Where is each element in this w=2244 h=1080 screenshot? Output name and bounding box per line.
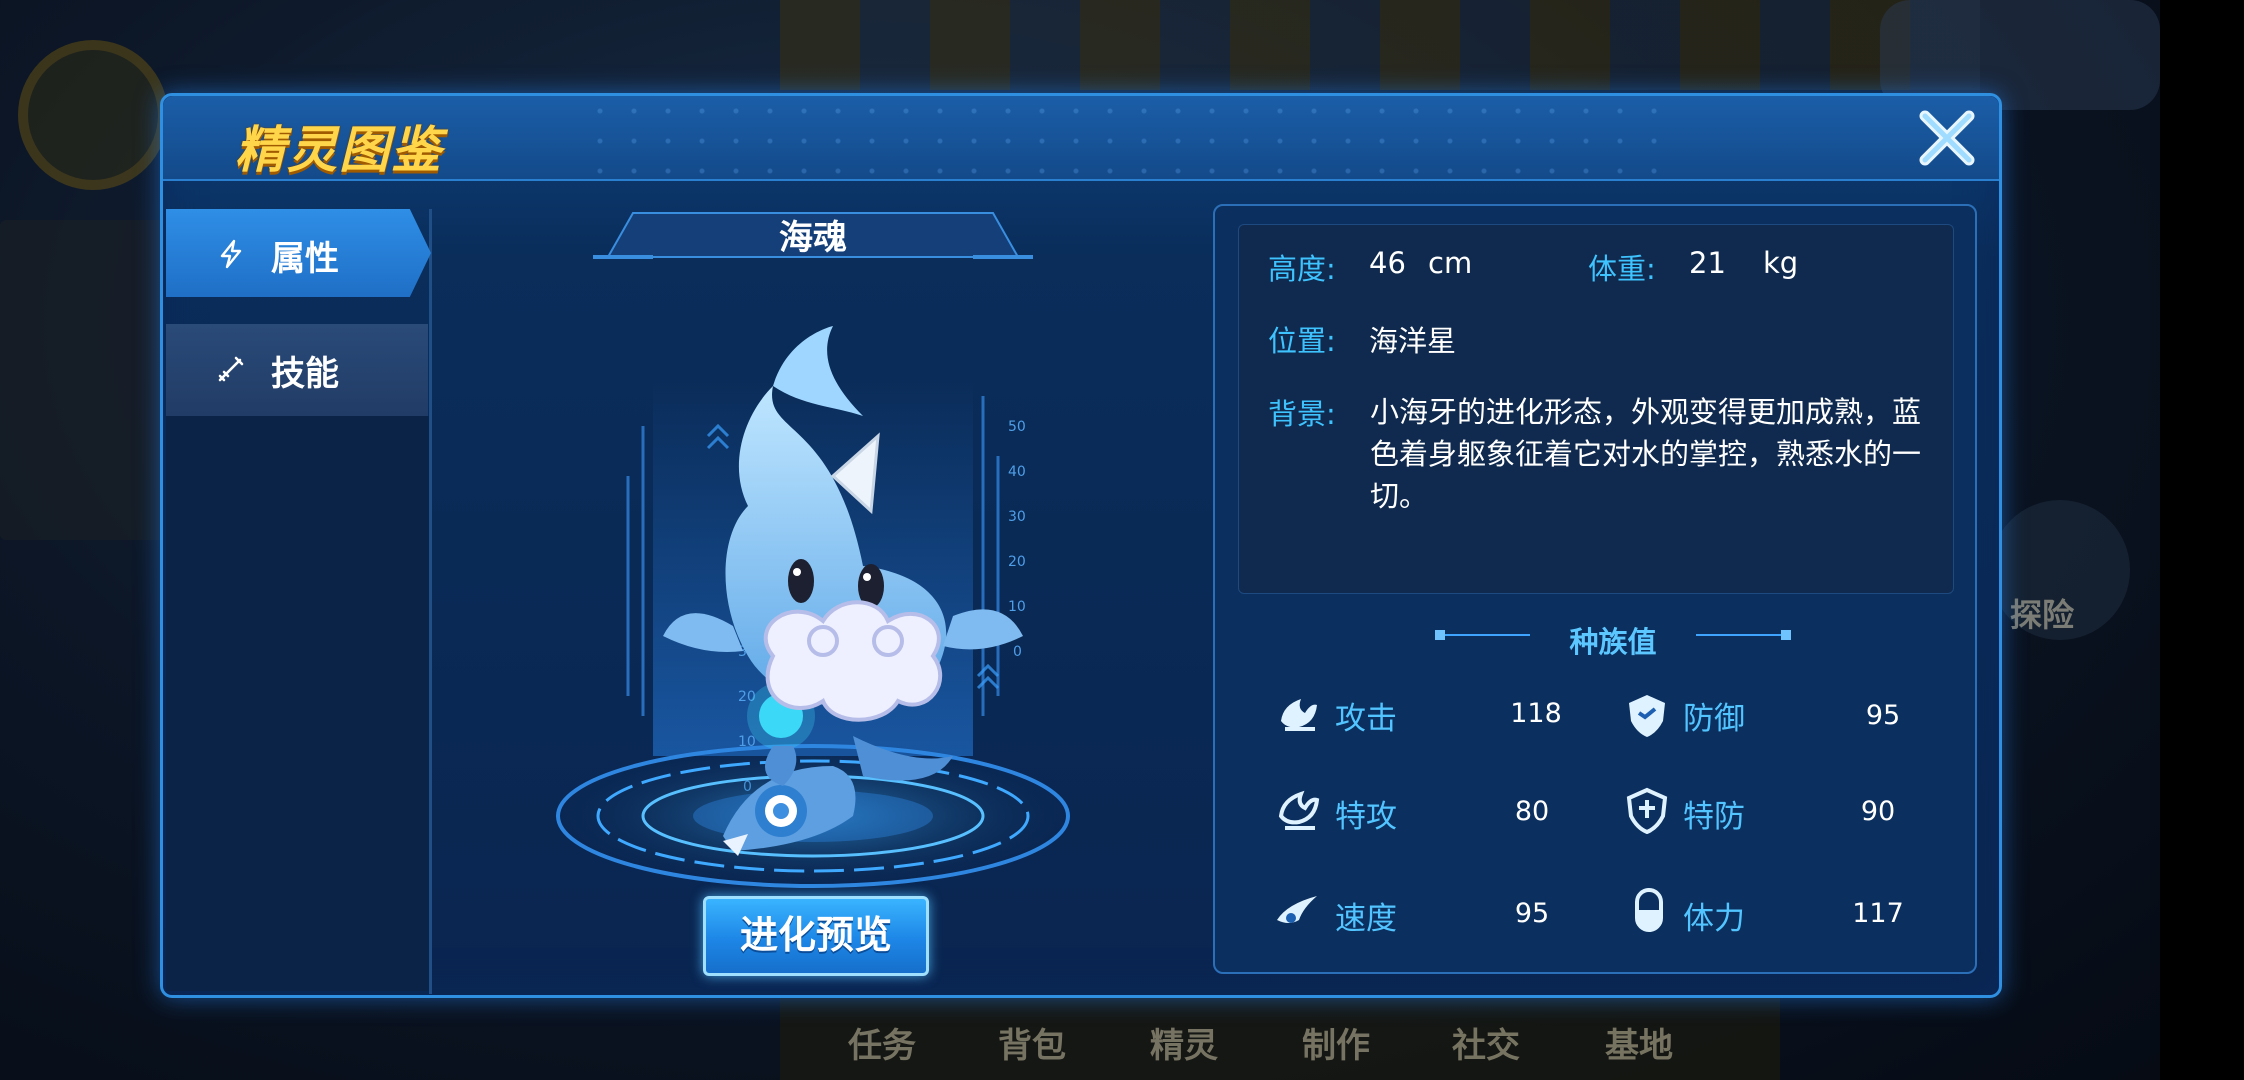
- tab-attributes-label: 属性: [271, 239, 339, 279]
- speed-label: 速度: [1335, 901, 1397, 937]
- background-nav-label: 任务: [848, 1026, 916, 1066]
- lightning-icon: [220, 239, 242, 269]
- background-description: 小海牙的进化形态，外观变得更加成熟，蓝色着身躯象征着它对水的掌控，熟悉水的一切。: [1370, 395, 1922, 513]
- background-nav-label: 精灵: [1150, 1026, 1218, 1066]
- race-title-line: [1445, 634, 1530, 636]
- skill-sword-icon: [218, 356, 244, 382]
- race-title-line: [1696, 634, 1781, 636]
- weight-unit: kg: [1763, 246, 1799, 280]
- special-defense-icon: [1626, 787, 1668, 834]
- dialog-header: 精灵图鉴: [163, 96, 1999, 181]
- speed-icon: [1277, 896, 1317, 923]
- system-nav-gutter: [2160, 0, 2244, 1080]
- scale-tick: 30: [1008, 509, 1026, 525]
- background-adventure-label: 探险: [2010, 596, 2075, 634]
- header-hex-pattern: [583, 96, 1683, 179]
- evolution-preview-label: 进化预览: [739, 913, 892, 957]
- special-defense-value: 90: [1860, 796, 1896, 827]
- weight-value: 21: [1689, 246, 1726, 280]
- background-top-bar: [780, 0, 1980, 90]
- scale-tick: 50: [1008, 419, 1026, 435]
- scale-tick: 10: [1008, 599, 1026, 615]
- background-nav-label: 社交: [1452, 1026, 1520, 1066]
- special-attack-value: 80: [1514, 796, 1550, 827]
- stamina-icon: [1635, 888, 1663, 932]
- scale-tick: 20: [1008, 554, 1026, 570]
- scale-tick: 0: [1013, 644, 1022, 660]
- pet-name: 海魂: [779, 218, 847, 258]
- background-nav-label: 基地: [1605, 1026, 1673, 1066]
- background-nav-label: 制作: [1302, 1026, 1370, 1066]
- background-quest-panel: [0, 220, 170, 540]
- special-attack-label: 特攻: [1335, 799, 1397, 835]
- defense-icon: [1629, 695, 1665, 737]
- pet-display-stage: 50 40 30 20 10 0 50 40 30 20 10 0: [543, 326, 1083, 891]
- race-title-ornament: [1435, 630, 1445, 640]
- special-defense-label: 特防: [1683, 799, 1745, 835]
- tab-skills-label: 技能: [271, 354, 339, 394]
- scale-tick: 40: [1008, 464, 1026, 480]
- pet-encyclopedia-dialog: 精灵图鉴 属性 技能 海魂 50 40 30 20 10 0 20 10 进化预…: [160, 93, 2002, 998]
- tab-column: [166, 416, 431, 991]
- background-logo: [18, 40, 168, 190]
- speed-value: 95: [1514, 898, 1550, 929]
- dialog-title: 精灵图鉴: [235, 121, 443, 179]
- height-value: 46: [1369, 246, 1406, 280]
- tab-attributes[interactable]: 属性: [166, 209, 431, 297]
- tab-column-divider: [429, 209, 432, 994]
- stamina-value: 117: [1852, 898, 1904, 929]
- attack-label: 攻击: [1335, 701, 1397, 737]
- background-label: 背景:: [1268, 397, 1336, 431]
- defense-value: 95: [1865, 700, 1901, 731]
- attack-value: 118: [1510, 698, 1562, 729]
- location-value: 海洋星: [1369, 324, 1457, 358]
- stamina-label: 体力: [1683, 901, 1745, 937]
- race-values-title: 种族值: [1569, 625, 1657, 659]
- close-icon: [1919, 110, 1975, 166]
- evolution-preview-button[interactable]: 进化预览: [703, 896, 929, 976]
- tab-skills[interactable]: 技能: [166, 324, 428, 416]
- height-label: 高度:: [1268, 252, 1336, 286]
- close-button[interactable]: [1913, 104, 1981, 172]
- weight-label: 体重:: [1588, 252, 1656, 286]
- race-title-ornament: [1781, 630, 1791, 640]
- height-unit: cm: [1428, 246, 1473, 280]
- attack-icon: [1281, 699, 1317, 731]
- location-label: 位置:: [1268, 324, 1336, 358]
- background-nav-label: 背包: [998, 1026, 1066, 1066]
- special-attack-icon: [1278, 790, 1320, 830]
- defense-label: 防御: [1683, 701, 1745, 737]
